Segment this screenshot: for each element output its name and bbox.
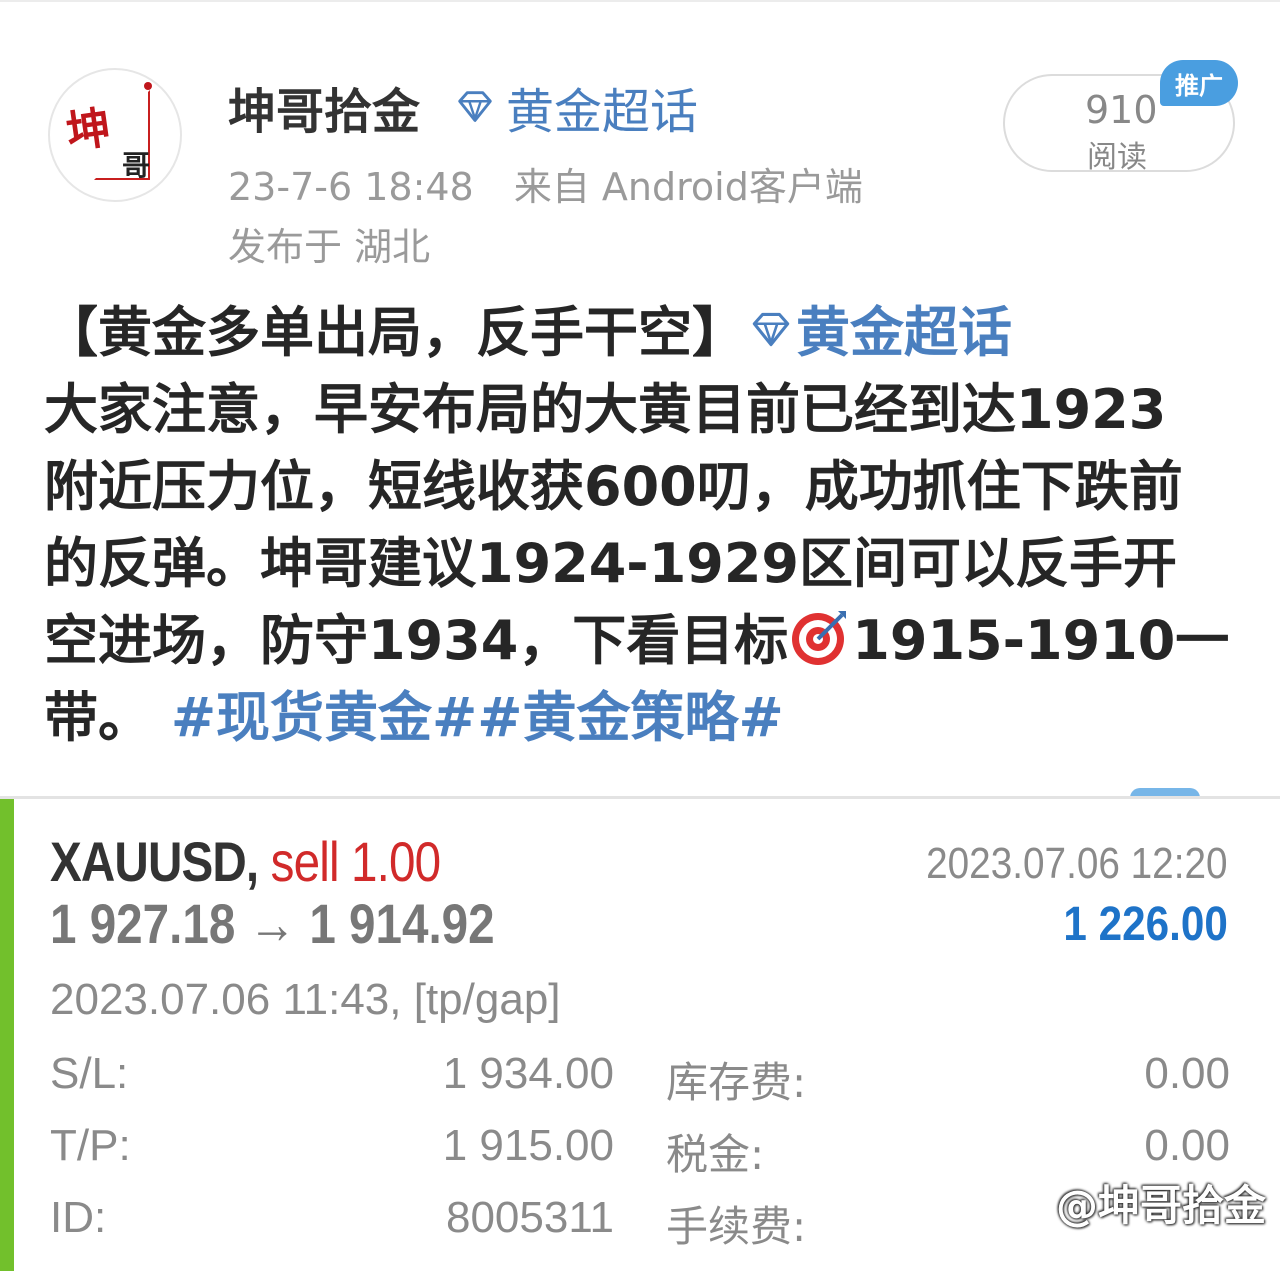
close-price: 1 914.92 — [309, 892, 495, 955]
avatar[interactable]: 坤 哥 — [48, 68, 182, 202]
body-line-5: 空进场，防守1934，下看目标 1915-1910一 — [44, 602, 1244, 679]
username[interactable]: 坤哥拾金 — [228, 72, 420, 142]
diamond-icon — [752, 312, 790, 347]
swap-value: 0.00 — [1144, 1049, 1230, 1098]
trade-record-card: XAUUSD, sell 1.00 1 927.18 → 1 914.92 20… — [0, 796, 1280, 1271]
read-count-label: 阅读 — [1087, 140, 1147, 175]
trade-prices: 1 927.18 → 1 914.92 — [50, 891, 495, 956]
id-label: ID: — [50, 1193, 107, 1242]
avatar-char-2: 哥 — [122, 149, 151, 182]
open-price: 1 927.18 — [50, 892, 236, 955]
read-count: 910 — [1085, 88, 1158, 132]
diamond-icon — [458, 91, 492, 123]
tp-label: T/P: — [50, 1121, 131, 1170]
sl-value: 1 934.00 — [442, 1049, 614, 1098]
target-icon — [792, 611, 847, 665]
trade-symbol: XAUUSD, sell 1.00 — [50, 829, 441, 894]
close-time: 2023.07.06 12:20 — [926, 839, 1228, 888]
detail-row-sl: S/L: 1 934.00 库存费: 0.00 — [50, 1049, 1230, 1109]
post-timestamp: 23-7-6 18:48 — [228, 165, 474, 209]
trade-accent-bar — [0, 799, 14, 1271]
body-line-4: 的反弹。坤哥建议1924-1929区间可以反手开 — [44, 532, 1177, 595]
body-line-6: 带。 #现货黄金##黄金策略# — [44, 679, 1244, 756]
super-topic-link[interactable]: 黄金超话 — [452, 72, 698, 142]
body-line-3: 附近压力位，短线收获600叨，成功抓住下跌前 — [44, 455, 1183, 518]
avatar-seal-dot — [144, 82, 152, 90]
tax-value: 0.00 — [1144, 1121, 1230, 1170]
watermark: @坤哥拾金 — [1010, 1172, 1266, 1233]
body-line-5-text: 空进场，防守1934，下看目标 — [44, 609, 789, 672]
body-headline: 【黄金多单出局，反手干空】 — [44, 301, 746, 364]
post-meta: 23-7-6 18:48 来自 Android客户端 — [228, 156, 863, 211]
avatar-char-1: 坤 — [63, 102, 114, 159]
body-line-6-text: 带。 — [44, 686, 152, 749]
promo-badge[interactable]: 推广 — [1160, 60, 1238, 106]
open-info: 2023.07.06 11:43, [tp/gap] — [50, 975, 561, 1024]
post-source: 来自 Android客户端 — [513, 165, 863, 209]
super-topic-label: 黄金超话 — [506, 84, 699, 140]
super-topic-inline-link[interactable]: 黄金超话 — [796, 301, 1012, 364]
body-line-5-tail: 1915-1910一 — [852, 609, 1230, 672]
commission-label: 手续费: — [666, 1202, 807, 1251]
hashtag-links[interactable]: #现货黄金##黄金策略# — [171, 686, 784, 749]
sl-label: S/L: — [50, 1049, 129, 1098]
weibo-icon — [1012, 1187, 1048, 1218]
tp-value: 1 915.00 — [442, 1121, 614, 1170]
trade-symbol-label: XAUUSD, — [50, 830, 259, 893]
tax-label: 税金: — [666, 1130, 765, 1179]
post-location: 发布于 湖北 — [228, 225, 431, 269]
trade-side: sell 1.00 — [270, 830, 441, 893]
body-line-2: 大家注意，早安布局的大黄目前已经到达1923 — [44, 378, 1167, 441]
swap-label: 库存费: — [666, 1058, 807, 1107]
watermark-text: @坤哥拾金 — [1055, 1181, 1266, 1230]
weibo-post: 坤 哥 坤哥拾金 黄金超话 23-7-6 18:48 来自 Android客户端… — [0, 0, 1280, 798]
body-line-1: 【黄金多单出局，反手干空】 黄金超话 — [44, 294, 1244, 371]
arrow-icon: → — [248, 892, 297, 955]
id-value: 8005311 — [445, 1193, 614, 1242]
post-body: 【黄金多单出局，反手干空】 黄金超话 大家注意，早安布局的大黄目前已经到达1923… — [44, 294, 1244, 756]
profit-value: 1 226.00 — [1063, 898, 1228, 951]
